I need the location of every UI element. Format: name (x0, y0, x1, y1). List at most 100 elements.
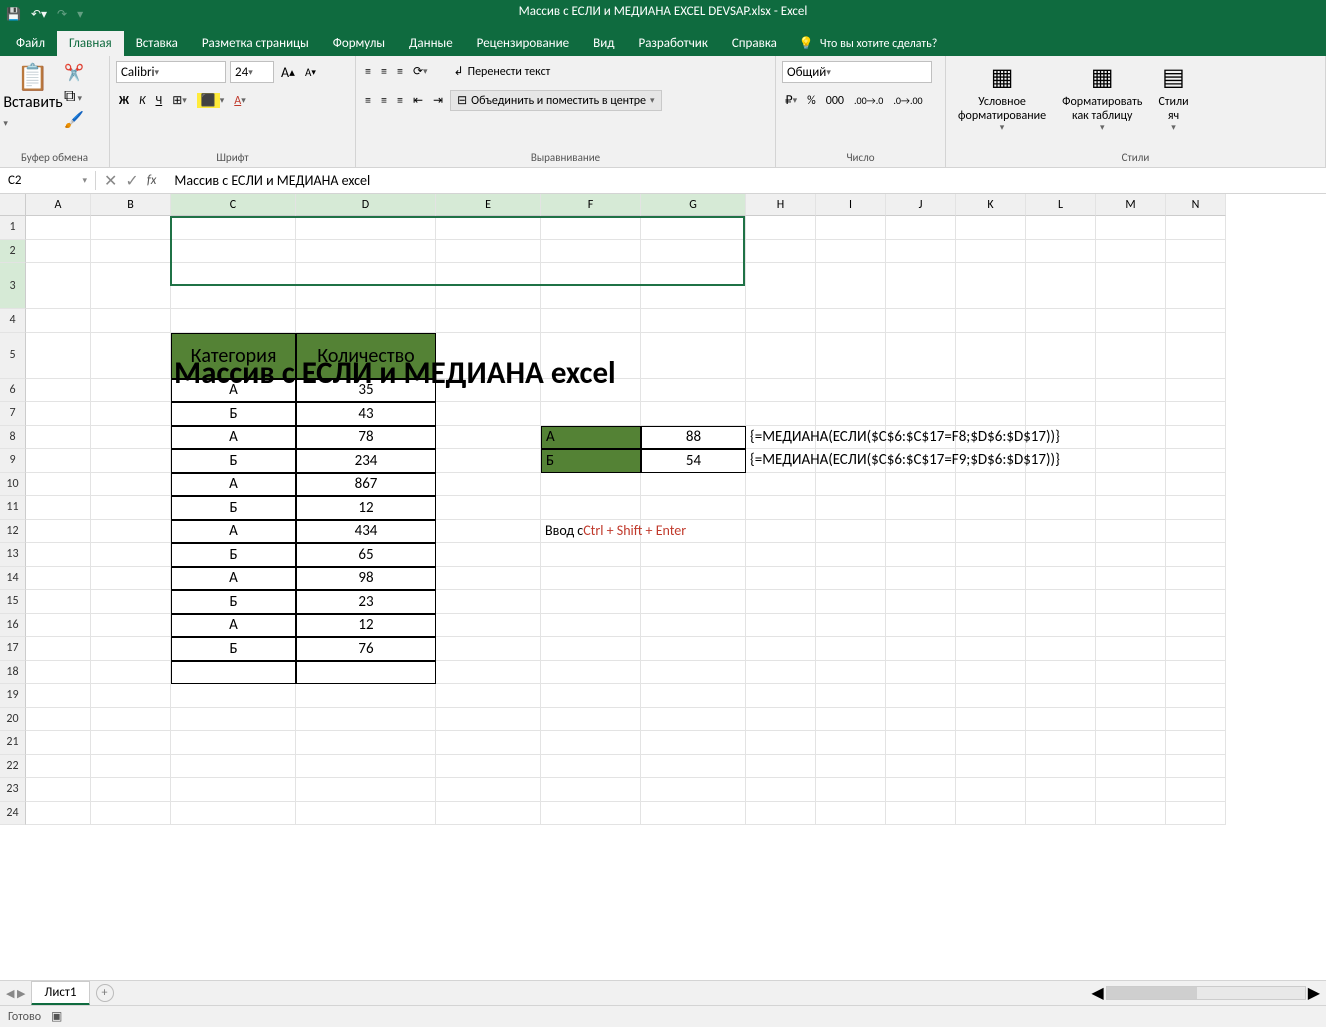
fill-color-button[interactable]: ⬛ (194, 91, 227, 110)
cell-A2[interactable] (26, 240, 91, 264)
cell-C20[interactable] (171, 708, 296, 732)
cell-I1[interactable] (816, 216, 886, 240)
cell-J20[interactable] (886, 708, 956, 732)
wrap-text-button[interactable]: ↲ Перенести текст (447, 61, 558, 82)
format-painter-icon[interactable]: 🖌️ (64, 110, 84, 130)
cell-I7[interactable] (816, 402, 886, 426)
cell-L7[interactable] (1026, 402, 1096, 426)
format-table-button[interactable]: ▦ Форматировать как таблицу (1056, 62, 1148, 136)
cell-D24[interactable] (296, 802, 436, 826)
cell-C8[interactable]: А (171, 426, 296, 450)
cell-F17[interactable] (541, 637, 641, 661)
cell-A19[interactable] (26, 684, 91, 708)
cell-B10[interactable] (91, 473, 171, 497)
cell-C4[interactable] (171, 309, 296, 333)
cell-B19[interactable] (91, 684, 171, 708)
cell-I20[interactable] (816, 708, 886, 732)
fx-icon[interactable]: fx (147, 173, 157, 188)
cell-D10[interactable]: 867 (296, 473, 436, 497)
cell-I2[interactable] (816, 240, 886, 264)
cell-N18[interactable] (1166, 661, 1226, 685)
row-header-5[interactable]: 5 (0, 333, 26, 379)
currency-icon[interactable]: ₽ (782, 91, 800, 110)
cell-I11[interactable] (816, 496, 886, 520)
cell-F2[interactable] (541, 240, 641, 264)
cell-A20[interactable] (26, 708, 91, 732)
cell-J22[interactable] (886, 755, 956, 779)
cell-C2[interactable] (171, 240, 296, 264)
row-header-11[interactable]: 11 (0, 496, 26, 520)
percent-icon[interactable]: % (804, 92, 819, 110)
row-header-2[interactable]: 2 (0, 240, 26, 264)
col-header-H[interactable]: H (746, 194, 816, 216)
cell-E8[interactable] (436, 426, 541, 450)
col-header-F[interactable]: F (541, 194, 641, 216)
dec-decimal-icon[interactable]: .0→.00 (890, 92, 925, 109)
cell-D15[interactable]: 23 (296, 590, 436, 614)
row-header-23[interactable]: 23 (0, 778, 26, 802)
cell-M22[interactable] (1096, 755, 1166, 779)
cell-B13[interactable] (91, 543, 171, 567)
cell-L21[interactable] (1026, 731, 1096, 755)
cell-A4[interactable] (26, 309, 91, 333)
cell-G24[interactable] (641, 802, 746, 826)
cell-F5[interactable] (541, 333, 641, 379)
cell-H19[interactable] (746, 684, 816, 708)
cell-M7[interactable] (1096, 402, 1166, 426)
cell-M21[interactable] (1096, 731, 1166, 755)
cell-E2[interactable] (436, 240, 541, 264)
cell-I3[interactable] (816, 263, 886, 309)
cell-N13[interactable] (1166, 543, 1226, 567)
cell-G7[interactable] (641, 402, 746, 426)
cell-G23[interactable] (641, 778, 746, 802)
cell-M1[interactable] (1096, 216, 1166, 240)
cell-B18[interactable] (91, 661, 171, 685)
cell-D22[interactable] (296, 755, 436, 779)
cell-E13[interactable] (436, 543, 541, 567)
cell-D23[interactable] (296, 778, 436, 802)
cell-E16[interactable] (436, 614, 541, 638)
cell-N19[interactable] (1166, 684, 1226, 708)
cell-B21[interactable] (91, 731, 171, 755)
cell-C7[interactable]: Б (171, 402, 296, 426)
align-center-icon[interactable]: ≡ (378, 92, 390, 110)
cell-H10[interactable] (746, 473, 816, 497)
cell-M13[interactable] (1096, 543, 1166, 567)
cell-G21[interactable] (641, 731, 746, 755)
cell-D2[interactable] (296, 240, 436, 264)
cell-N15[interactable] (1166, 590, 1226, 614)
cell-K22[interactable] (956, 755, 1026, 779)
cell-L10[interactable] (1026, 473, 1096, 497)
cell-I21[interactable] (816, 731, 886, 755)
cell-I13[interactable] (816, 543, 886, 567)
cell-E12[interactable] (436, 520, 541, 544)
cell-C10[interactable]: А (171, 473, 296, 497)
grid-body[interactable]: КатегорияКоличествоА35Б43А78А88{=МЕДИАНА… (26, 216, 1326, 825)
cell-F24[interactable] (541, 802, 641, 826)
cell-D6[interactable]: 35 (296, 379, 436, 403)
cell-A14[interactable] (26, 567, 91, 591)
cell-H1[interactable] (746, 216, 816, 240)
cell-J21[interactable] (886, 731, 956, 755)
cell-L23[interactable] (1026, 778, 1096, 802)
macro-record-icon[interactable]: ▣ (51, 1009, 62, 1024)
cell-C21[interactable] (171, 731, 296, 755)
cell-M19[interactable] (1096, 684, 1166, 708)
cell-M12[interactable] (1096, 520, 1166, 544)
cell-E15[interactable] (436, 590, 541, 614)
cell-K16[interactable] (956, 614, 1026, 638)
align-bottom-icon[interactable]: ≡ (394, 63, 406, 81)
cell-K15[interactable] (956, 590, 1026, 614)
cell-J18[interactable] (886, 661, 956, 685)
cell-J4[interactable] (886, 309, 956, 333)
cell-B6[interactable] (91, 379, 171, 403)
cell-F14[interactable] (541, 567, 641, 591)
cell-J5[interactable] (886, 333, 956, 379)
cell-K6[interactable] (956, 379, 1026, 403)
cell-H15[interactable] (746, 590, 816, 614)
cell-F19[interactable] (541, 684, 641, 708)
cell-B11[interactable] (91, 496, 171, 520)
row-header-24[interactable]: 24 (0, 802, 26, 826)
cell-E11[interactable] (436, 496, 541, 520)
cell-K3[interactable] (956, 263, 1026, 309)
